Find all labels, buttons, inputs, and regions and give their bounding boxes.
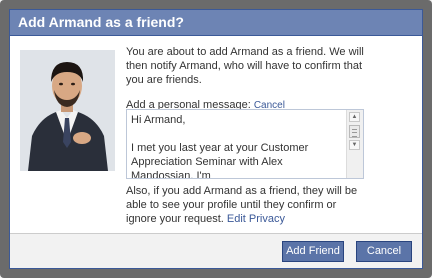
scroll-down-icon[interactable]: ▼ bbox=[349, 140, 360, 150]
dialog-overlay-frame: Add Armand as a friend? You are about to… bbox=[0, 0, 432, 278]
cancel-button[interactable]: Cancel bbox=[356, 241, 412, 262]
edit-privacy-link[interactable]: Edit Privacy bbox=[227, 213, 285, 225]
dialog-title: Add Armand as a friend? bbox=[10, 10, 422, 36]
add-friend-button[interactable]: Add Friend bbox=[282, 241, 344, 262]
message-line-3: . I'm bbox=[190, 170, 211, 179]
message-line-2: I met you last year at your Customer App… bbox=[131, 142, 311, 168]
message-scrollbar[interactable]: ▲ ▼ bbox=[346, 110, 363, 178]
add-friend-dialog: Add Armand as a friend? You are about to… bbox=[9, 9, 423, 269]
scroll-up-icon[interactable]: ▲ bbox=[349, 112, 360, 122]
message-line-1: Hi Armand, bbox=[131, 114, 186, 126]
button-bar: Add Friend Cancel bbox=[10, 233, 422, 268]
scroll-thumb[interactable] bbox=[349, 125, 360, 138]
profile-photo bbox=[20, 50, 115, 171]
intro-text: You are about to add Armand as a friend.… bbox=[126, 46, 364, 86]
person-silhouette-icon bbox=[20, 50, 115, 171]
message-text[interactable]: Hi Armand, I met you last year at your C… bbox=[131, 113, 341, 179]
personal-message-textarea[interactable]: Hi Armand, I met you last year at your C… bbox=[126, 109, 364, 179]
dialog-content: You are about to add Armand as a friend.… bbox=[126, 45, 368, 113]
misspelled-word: Mandossian bbox=[131, 170, 191, 179]
privacy-note: Also, if you add Armand as a friend, the… bbox=[126, 184, 368, 226]
